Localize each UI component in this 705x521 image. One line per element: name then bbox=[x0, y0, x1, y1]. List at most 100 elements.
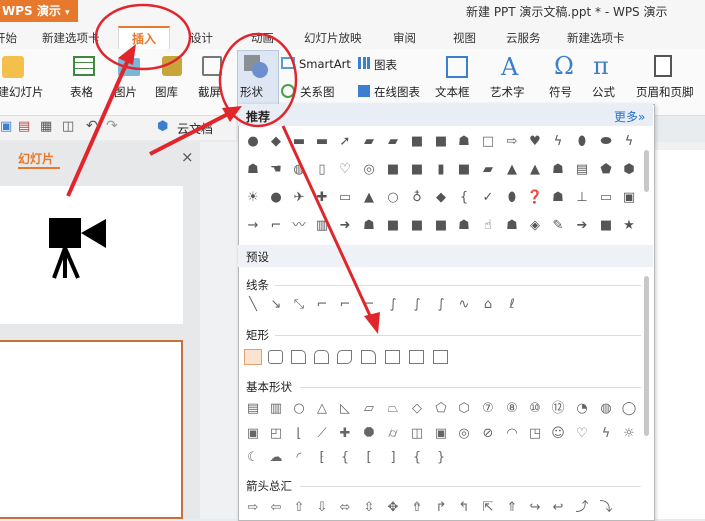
shape-arrow-right[interactable]: ⇨ bbox=[504, 134, 520, 150]
shape-oval[interactable]: ○ bbox=[291, 401, 307, 417]
shape-left-right-arrow[interactable]: ⬄ bbox=[337, 500, 353, 516]
shape-rect-7[interactable]: ■ bbox=[433, 218, 449, 234]
shape-triangle-2[interactable]: ▲ bbox=[527, 162, 543, 178]
shape-double-bracket[interactable]: ⁅ bbox=[314, 450, 330, 466]
shape-phone[interactable]: ▯ bbox=[314, 162, 330, 178]
shape-laptop[interactable]: ▭ bbox=[598, 190, 614, 206]
shape-check[interactable]: ✓ bbox=[480, 190, 496, 206]
chart-button[interactable]: 图表 bbox=[374, 57, 397, 73]
shape-snip-same[interactable] bbox=[314, 350, 329, 364]
shape-pentagon[interactable]: ⬠ bbox=[433, 401, 449, 417]
tab-review[interactable]: 审阅 bbox=[393, 30, 416, 46]
shape-square-outline[interactable]: □ bbox=[480, 134, 496, 150]
close-pane-icon[interactable]: × bbox=[181, 148, 194, 166]
shape-dot[interactable]: ● bbox=[268, 190, 284, 206]
shape-rect-3[interactable]: ■ bbox=[385, 162, 401, 178]
tab-view[interactable]: 视图 bbox=[453, 30, 476, 46]
shape-line[interactable]: ╲ bbox=[245, 297, 261, 313]
preview-icon[interactable]: ◫ bbox=[62, 119, 74, 134]
shape-arrow-right-2[interactable]: ➜ bbox=[337, 218, 353, 234]
shape-pill[interactable]: ▬ bbox=[314, 134, 330, 150]
shape-bolt[interactable]: ϟ bbox=[550, 134, 566, 150]
shape-callout-rect[interactable]: ▰ bbox=[361, 134, 377, 150]
shape-hexagon-outline[interactable]: ⬡ bbox=[456, 401, 472, 417]
shape-parallelogram[interactable]: ▰ bbox=[480, 162, 496, 178]
shape-people-2[interactable]: ☗ bbox=[550, 162, 566, 178]
shape-left-arrow[interactable]: ⇦ bbox=[268, 500, 284, 516]
shape-left-brace[interactable]: { bbox=[409, 450, 425, 466]
slide-canvas[interactable] bbox=[651, 150, 705, 519]
gallery-button[interactable]: 图库 bbox=[155, 84, 178, 100]
shape-octagon[interactable]: ⑧ bbox=[504, 401, 520, 417]
shape-monitor-2[interactable]: ▣ bbox=[621, 190, 637, 206]
shape-arrow-right-3[interactable]: ➔ bbox=[574, 218, 590, 234]
shape-bent-up-arrow[interactable]: ⇑ bbox=[504, 500, 520, 516]
shape-textbox[interactable]: ▤ bbox=[245, 401, 261, 417]
shape-circle[interactable]: ● bbox=[245, 134, 261, 150]
shape-callout-2[interactable]: ▰ bbox=[385, 134, 401, 150]
tab-slideshow[interactable]: 幻灯片放映 bbox=[304, 30, 362, 46]
shape-frame[interactable]: ▣ bbox=[245, 426, 261, 442]
shape-plane[interactable]: ✈ bbox=[291, 190, 307, 206]
shape-double-brace[interactable]: { bbox=[337, 450, 353, 466]
shape-plaque[interactable]: ⯃ bbox=[361, 426, 377, 442]
undo-icon[interactable]: ↶ bbox=[86, 118, 98, 134]
shape-ring[interactable]: ◎ bbox=[361, 162, 377, 178]
shape-people-4[interactable]: ☗ bbox=[504, 218, 520, 234]
wordart-button[interactable]: 艺术字 bbox=[490, 84, 525, 100]
redo-icon[interactable]: ↷ bbox=[106, 118, 118, 134]
export-pdf-icon[interactable]: ▤ bbox=[18, 119, 30, 134]
shape-rect-4[interactable]: ■ bbox=[409, 162, 425, 178]
shape-heart-2[interactable]: ♡ bbox=[574, 426, 590, 442]
shape-chord[interactable]: ◯ bbox=[621, 401, 637, 417]
app-menu-button[interactable]: WPS 演示 ▾ bbox=[0, 0, 78, 22]
shape-rectangle-2[interactable] bbox=[385, 350, 400, 364]
smartart-button[interactable]: SmartArt bbox=[299, 57, 351, 71]
slide-pane-tab[interactable]: 幻灯片 bbox=[18, 150, 54, 167]
shape-hexagon[interactable]: ⬢ bbox=[621, 162, 637, 178]
shape-freeform[interactable]: ⌂ bbox=[480, 297, 496, 313]
shape-triangle[interactable]: ▲ bbox=[504, 162, 520, 178]
shape-eye[interactable]: ◈ bbox=[527, 218, 543, 234]
shape-decagon[interactable]: ⑩ bbox=[527, 401, 543, 417]
shape-no-symbol[interactable]: ⊘ bbox=[480, 426, 496, 442]
shape-heart[interactable]: ♥ bbox=[527, 134, 543, 150]
shape-rect[interactable]: ■ bbox=[409, 134, 425, 150]
shape-lightning[interactable]: ϟ bbox=[598, 426, 614, 442]
tab-new-1[interactable]: 新建选项卡 bbox=[42, 30, 100, 46]
textbox-button[interactable]: 文本框 bbox=[435, 84, 470, 100]
shape-arc[interactable]: ◜ bbox=[291, 450, 307, 466]
online-chart-button[interactable]: 在线图表 bbox=[374, 84, 420, 100]
shape-up-down-arrow[interactable]: ⇳ bbox=[361, 500, 377, 516]
shape-left-up-arrow[interactable]: ⇱ bbox=[480, 500, 496, 516]
tab-home[interactable]: 开始 bbox=[0, 30, 17, 46]
shape-rounded[interactable]: ▮ bbox=[433, 162, 449, 178]
shape-brace[interactable]: { bbox=[456, 190, 472, 206]
shape-rect-6[interactable]: ■ bbox=[409, 218, 425, 234]
shape-left-bracket[interactable]: [ bbox=[361, 450, 377, 466]
print-icon[interactable]: ▦ bbox=[40, 119, 52, 134]
shape-star[interactable]: ★ bbox=[621, 218, 637, 234]
shape-snip-diagonal[interactable] bbox=[337, 350, 352, 364]
shape-can[interactable]: ⌭ bbox=[385, 426, 401, 442]
shape-crowd[interactable]: ☗ bbox=[245, 162, 261, 178]
shape-pie[interactable]: ◔ bbox=[574, 401, 590, 417]
shape-curve-arrow[interactable]: ∫ bbox=[409, 297, 425, 313]
cloud-doc-button[interactable]: 云文档 bbox=[177, 120, 213, 137]
shape-people-3[interactable]: ☗ bbox=[550, 190, 566, 206]
shape-network[interactable]: ⊥ bbox=[574, 190, 590, 206]
shape-badge[interactable]: ⬟ bbox=[598, 162, 614, 178]
slide-thumbnail-2[interactable] bbox=[0, 340, 183, 519]
shape-heptagon[interactable]: ⑦ bbox=[480, 401, 496, 417]
shape-half-frame[interactable]: ◰ bbox=[268, 426, 284, 442]
shape-curved-right-arrow[interactable]: ↪ bbox=[527, 500, 543, 516]
shape-arrow-diag[interactable]: ➚ bbox=[337, 134, 353, 150]
shape-curve-double-arrow[interactable]: ∫ bbox=[433, 297, 449, 313]
shape-folded-corner[interactable]: ◳ bbox=[527, 426, 543, 442]
shape-elbow-double-arrow[interactable]: ⌐ bbox=[361, 297, 377, 313]
shape-ellipse[interactable]: ⬬ bbox=[598, 134, 614, 150]
shape-bars[interactable]: ▥ bbox=[314, 218, 330, 234]
shape-people[interactable]: ☗ bbox=[456, 134, 472, 150]
shape-curved-up-arrow[interactable]: ⤴ bbox=[574, 500, 590, 516]
tab-insert[interactable]: 插入 bbox=[118, 26, 170, 51]
